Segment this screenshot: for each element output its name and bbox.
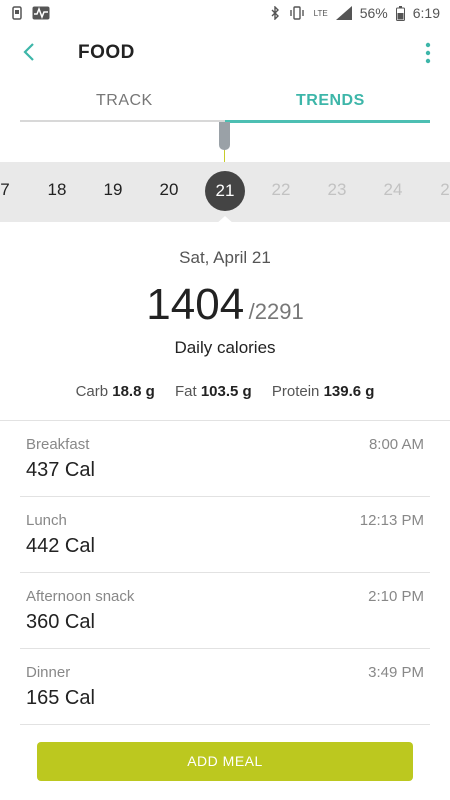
status-bar: LTE 56% 6:19 xyxy=(0,0,450,28)
calorie-total: 1404 /2291 xyxy=(0,280,450,330)
day-item[interactable]: 7 xyxy=(0,180,25,200)
day-selected[interactable]: 21 xyxy=(205,171,245,211)
macro-label: Carb xyxy=(75,383,109,400)
selected-date: Sat, April 21 xyxy=(179,248,271,267)
meal-item[interactable]: Lunch 442 Cal 12:13 PM xyxy=(20,497,430,573)
day-item[interactable]: 2 xyxy=(425,180,450,200)
more-vert-icon[interactable] xyxy=(424,42,432,64)
meal-name: Lunch xyxy=(26,512,67,529)
meal-item[interactable]: Breakfast 437 Cal 8:00 AM xyxy=(20,421,430,497)
battery-percent: 56% xyxy=(359,5,388,21)
timeline-marker-tick xyxy=(224,150,225,162)
meal-list: Breakfast 437 Cal 8:00 AM Lunch 442 Cal … xyxy=(0,421,450,725)
meal-time: 2:10 PM xyxy=(368,588,424,605)
day-item[interactable]: 23 xyxy=(317,180,357,200)
app-bar: FOOD xyxy=(0,28,450,80)
network-label: LTE xyxy=(313,8,328,18)
vibrate-icon xyxy=(289,6,304,20)
day-item[interactable]: 20 xyxy=(149,180,189,200)
macros-row: Carb 18.8 g Fat 103.5 g Protein 139.6 g xyxy=(0,383,450,400)
meal-calories: 437 Cal xyxy=(26,459,95,481)
macro-value: 18.8 g xyxy=(112,383,155,400)
timeline-marker xyxy=(219,122,230,150)
page-title: FOOD xyxy=(78,42,135,63)
day-item[interactable]: 24 xyxy=(373,180,413,200)
meal-item[interactable]: Afternoon snack 360 Cal 2:10 PM xyxy=(20,573,430,649)
day-item[interactable]: 18 xyxy=(37,180,77,200)
signal-icon xyxy=(335,6,352,20)
back-arrow-icon[interactable] xyxy=(18,40,42,64)
meal-time: 12:13 PM xyxy=(359,512,424,529)
meal-calories: 442 Cal xyxy=(26,535,95,557)
add-meal-button[interactable]: ADD MEAL xyxy=(37,742,413,781)
meal-item[interactable]: Dinner 165 Cal 3:49 PM xyxy=(20,649,430,725)
tab-underline xyxy=(20,120,225,122)
day-item[interactable]: 22 xyxy=(261,180,301,200)
calories-goal: /2291 xyxy=(248,299,304,324)
clock: 6:19 xyxy=(412,5,440,21)
macro-value: 103.5 g xyxy=(200,383,252,400)
bluetooth-icon xyxy=(271,6,279,20)
macro-label: Protein xyxy=(271,383,320,400)
macro-label: Fat xyxy=(174,383,197,400)
phone-icon xyxy=(12,6,22,20)
meal-time: 8:00 AM xyxy=(368,436,424,453)
daily-calories-label: Daily calories xyxy=(174,338,276,357)
activity-icon xyxy=(32,6,50,20)
meal-name: Breakfast xyxy=(26,436,90,453)
meal-name: Dinner xyxy=(26,664,71,681)
tab-active-indicator xyxy=(225,120,430,123)
battery-icon xyxy=(395,5,405,21)
meal-name: Afternoon snack xyxy=(26,588,135,605)
day-item[interactable]: 19 xyxy=(93,180,133,200)
macro-value: 139.6 g xyxy=(323,383,375,400)
tab-bar: TRACK TRENDS xyxy=(0,82,450,122)
meal-time: 3:49 PM xyxy=(368,664,424,681)
selected-day-pointer xyxy=(216,216,234,224)
tab-trends[interactable]: TRENDS xyxy=(296,92,365,110)
calories-consumed: 1404 xyxy=(146,280,245,329)
meal-calories: 360 Cal xyxy=(26,611,95,633)
meal-calories: 165 Cal xyxy=(26,687,95,709)
tab-track[interactable]: TRACK xyxy=(96,92,153,110)
